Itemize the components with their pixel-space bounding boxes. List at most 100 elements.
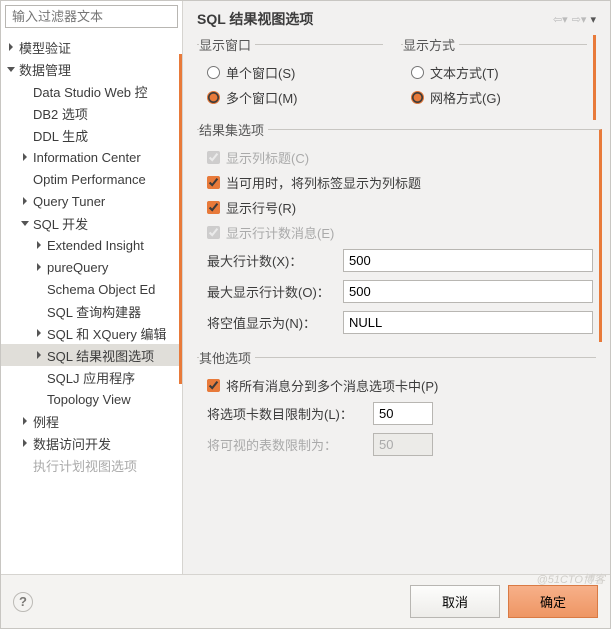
tree-item[interactable]: Information Center xyxy=(1,146,182,168)
twisty-closed-icon[interactable] xyxy=(19,437,31,449)
visible-table-limit-input xyxy=(373,433,433,456)
labels-as-headers-label: 当可用时，将列标签显示为列标题 xyxy=(226,173,421,192)
tree-item-label: 数据访问开发 xyxy=(33,434,111,453)
tree-item-label: DB2 选项 xyxy=(33,104,88,123)
page-title: SQL 结果视图选项 xyxy=(197,9,313,29)
tree-item-label: pureQuery xyxy=(47,260,108,275)
tree-item[interactable]: SQL 结果视图选项 xyxy=(1,344,182,366)
menu-icon[interactable]: ▾ xyxy=(590,13,596,26)
twisty-closed-icon[interactable] xyxy=(33,327,45,339)
twisty-none xyxy=(33,371,45,383)
twisty-none xyxy=(19,107,31,119)
tree-item[interactable]: Schema Object Ed xyxy=(1,278,182,300)
twisty-closed-icon[interactable] xyxy=(33,261,45,273)
tree-item[interactable]: DDL 生成 xyxy=(1,124,182,146)
filter-input[interactable] xyxy=(10,8,190,25)
tree-item[interactable]: Topology View xyxy=(1,388,182,410)
single-window-radio[interactable] xyxy=(207,66,220,79)
tree-item-label: SQLJ 应用程序 xyxy=(47,368,135,387)
twisty-none xyxy=(33,305,45,317)
dialog-footer: ? 取消 确定 xyxy=(1,574,610,628)
twisty-open-icon[interactable] xyxy=(5,63,17,75)
single-window-label: 单个窗口(S) xyxy=(226,63,295,82)
tree-item-label: Topology View xyxy=(47,392,131,407)
twisty-none xyxy=(33,283,45,295)
preferences-tree[interactable]: 模型验证数据管理 Data Studio Web 控 DB2 选项 DDL 生成 Inf… xyxy=(1,32,182,574)
grid-mode-radio[interactable] xyxy=(411,91,424,104)
help-icon[interactable]: ? xyxy=(13,592,33,612)
tree-item[interactable]: Optim Performance xyxy=(1,168,182,190)
filter-box[interactable] xyxy=(5,5,178,28)
forward-icon[interactable]: ⇨▾ xyxy=(572,13,587,26)
multi-window-radio[interactable] xyxy=(207,91,220,104)
tree-item-label: SQL 结果视图选项 xyxy=(47,346,154,365)
tree-item[interactable]: Extended Insight xyxy=(1,234,182,256)
tree-item-label: 数据管理 xyxy=(19,60,71,79)
twisty-closed-icon[interactable] xyxy=(33,349,45,361)
tree-item-label: 模型验证 xyxy=(19,38,71,57)
tree-item-label: SQL 查询构建器 xyxy=(47,302,141,321)
back-icon[interactable]: ⇦▾ xyxy=(553,13,568,26)
split-messages-check[interactable] xyxy=(207,379,220,392)
display-window-group: 显示窗口 单个窗口(S) 多个窗口(M) xyxy=(197,35,383,114)
twisty-none xyxy=(19,129,31,141)
tree-item-label: Information Center xyxy=(33,150,141,165)
max-row-count-input[interactable] xyxy=(343,249,593,272)
other-options-legend: 其他选项 xyxy=(199,348,255,367)
tree-item[interactable]: SQLJ 应用程序 xyxy=(1,366,182,388)
tab-limit-input[interactable] xyxy=(373,402,433,425)
tree-item[interactable]: Data Studio Web 控 xyxy=(1,80,182,102)
show-row-count-msg-label: 显示行计数消息(E) xyxy=(226,223,334,242)
tree-item[interactable]: pureQuery xyxy=(1,256,182,278)
twisty-closed-icon[interactable] xyxy=(19,195,31,207)
twisty-open-icon[interactable] xyxy=(19,217,31,229)
tree-item[interactable]: 数据访问开发 xyxy=(1,432,182,454)
ok-button[interactable]: 确定 xyxy=(508,585,598,618)
show-col-headers-check xyxy=(207,151,220,164)
resultset-group: 结果集选项 显示列标题(C) 当可用时，将列标签显示为列标题 显示行号(R) 显… xyxy=(197,120,602,342)
twisty-none xyxy=(19,85,31,97)
grid-mode-label: 网格方式(G) xyxy=(430,88,501,107)
tree-item[interactable]: SQL 开发 xyxy=(1,212,182,234)
display-mode-group: 显示方式 文本方式(T) 网格方式(G) xyxy=(401,35,587,114)
tree-item[interactable]: 例程 xyxy=(1,410,182,432)
tree-item-label: Extended Insight xyxy=(47,238,144,253)
cancel-button[interactable]: 取消 xyxy=(410,585,500,618)
twisty-none xyxy=(33,393,45,405)
tree-item[interactable]: DB2 选项 xyxy=(1,102,182,124)
tree-item[interactable]: SQL 查询构建器 xyxy=(1,300,182,322)
labels-as-headers-check[interactable] xyxy=(207,176,220,189)
tree-item[interactable]: 数据管理 xyxy=(1,58,182,80)
null-display-input[interactable] xyxy=(343,311,593,334)
tree-item-label: Query Tuner xyxy=(33,194,105,209)
nav-history: ⇦▾ ⇨▾ ▾ xyxy=(553,13,596,26)
tree-item[interactable]: 模型验证 xyxy=(1,36,182,58)
max-display-row-count-input[interactable] xyxy=(343,280,593,303)
max-display-row-count-label: 最大显示行计数(O)： xyxy=(207,282,337,301)
tree-item[interactable]: 执行计划视图选项 xyxy=(1,454,182,476)
tree-item-label: Optim Performance xyxy=(33,172,146,187)
other-options-group: 其他选项 将所有消息分到多个消息选项卡中(P) 将选项卡数目限制为(L)： 将可… xyxy=(197,348,596,464)
display-window-legend: 显示窗口 xyxy=(199,35,255,54)
twisty-closed-icon[interactable] xyxy=(19,151,31,163)
twisty-none xyxy=(19,173,31,185)
text-mode-radio[interactable] xyxy=(411,66,424,79)
show-row-count-msg-check xyxy=(207,226,220,239)
tree-item-label: SQL 开发 xyxy=(33,214,88,233)
show-row-numbers-label: 显示行号(R) xyxy=(226,198,296,217)
resultset-legend: 结果集选项 xyxy=(199,120,268,139)
tree-item-label: 执行计划视图选项 xyxy=(33,456,137,475)
tree-item[interactable]: Query Tuner xyxy=(1,190,182,212)
show-row-numbers-check[interactable] xyxy=(207,201,220,214)
twisty-closed-icon[interactable] xyxy=(33,239,45,251)
tree-item-label: DDL 生成 xyxy=(33,126,88,145)
visible-table-limit-label: 将可视的表数限制为： xyxy=(207,435,367,454)
twisty-closed-icon[interactable] xyxy=(19,415,31,427)
tree-item-label: Data Studio Web 控 xyxy=(33,82,148,101)
tree-item-label: 例程 xyxy=(33,412,59,431)
split-messages-label: 将所有消息分到多个消息选项卡中(P) xyxy=(226,376,438,395)
tree-item[interactable]: SQL 和 XQuery 编辑 xyxy=(1,322,182,344)
display-mode-legend: 显示方式 xyxy=(403,35,459,54)
twisty-closed-icon[interactable] xyxy=(5,41,17,53)
twisty-none xyxy=(19,459,31,471)
